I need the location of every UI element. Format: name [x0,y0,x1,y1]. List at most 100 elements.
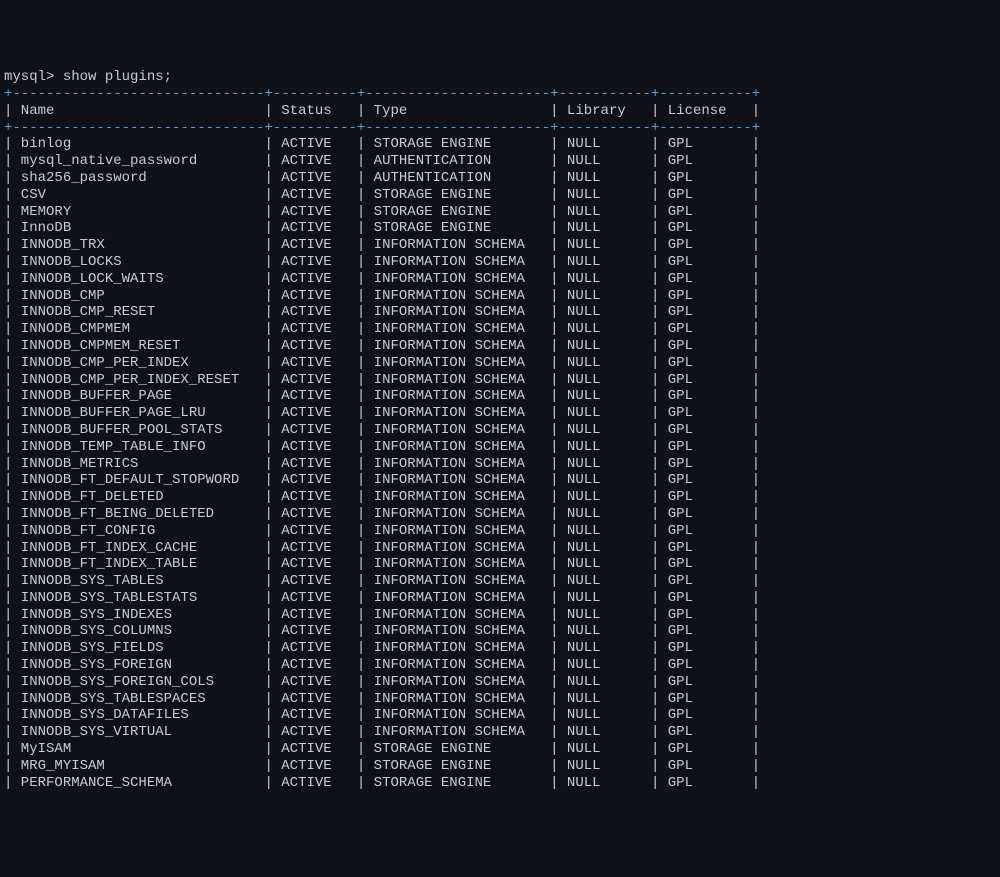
table-cell: NULL [559,674,651,690]
table-row: | INNODB_LOCK_WAITS | ACTIVE | INFORMATI… [4,271,996,288]
table-cell: INNODB_CMP_PER_INDEX [12,355,264,371]
table-cell: INFORMATION SCHEMA [365,321,550,337]
table-cell: INNODB_SYS_TABLESPACES [12,691,264,707]
table-row: | INNODB_SYS_FOREIGN | ACTIVE | INFORMAT… [4,657,996,674]
table-cell: ACTIVE [273,506,357,522]
table-cell: GPL [659,405,751,421]
table-cell: GPL [659,388,751,404]
table-cell: ACTIVE [273,472,357,488]
table-row: | INNODB_CMP_PER_INDEX | ACTIVE | INFORM… [4,355,996,372]
table-row: | binlog | ACTIVE | STORAGE ENGINE | NUL… [4,136,996,153]
table-cell: NULL [559,254,651,270]
table-cell: ACTIVE [273,220,357,236]
table-cell: INFORMATION SCHEMA [365,691,550,707]
table-cell: GPL [659,623,751,639]
table-cell: GPL [659,741,751,757]
prompt-line[interactable]: mysql> show plugins; [4,69,996,86]
table-cell: NULL [559,388,651,404]
table-cell: GPL [659,439,751,455]
table-cell: GPL [659,607,751,623]
table-cell: ACTIVE [273,489,357,505]
table-cell: ACTIVE [273,724,357,740]
table-cell: INNODB_FT_INDEX_TABLE [12,556,264,572]
table-cell: INNODB_SYS_COLUMNS [12,623,264,639]
table-cell: ACTIVE [273,422,357,438]
table-cell: GPL [659,204,751,220]
table-cell: INNODB_SYS_DATAFILES [12,707,264,723]
table-separator: +------------------------------+--------… [4,120,996,137]
table-cell: NULL [559,372,651,388]
table-cell: ACTIVE [273,758,357,774]
table-cell: ACTIVE [273,657,357,673]
shell-prompt: mysql> [4,69,54,85]
table-cell: INNODB_SYS_INDEXES [12,607,264,623]
table-cell: NULL [559,355,651,371]
table-cell: INNODB_SYS_FIELDS [12,640,264,656]
table-row: | INNODB_BUFFER_POOL_STATS | ACTIVE | IN… [4,422,996,439]
table-cell: GPL [659,220,751,236]
table-cell: INFORMATION SCHEMA [365,707,550,723]
table-row: | INNODB_SYS_VIRTUAL | ACTIVE | INFORMAT… [4,724,996,741]
table-cell: GPL [659,657,751,673]
table-cell: INFORMATION SCHEMA [365,607,550,623]
table-cell: INFORMATION SCHEMA [365,439,550,455]
table-cell: GPL [659,456,751,472]
table-cell: NULL [559,556,651,572]
table-cell: INFORMATION SCHEMA [365,623,550,639]
table-cell: STORAGE ENGINE [365,187,550,203]
table-cell: INFORMATION SCHEMA [365,573,550,589]
table-cell: INFORMATION SCHEMA [365,338,550,354]
table-cell: GPL [659,355,751,371]
table-cell: ACTIVE [273,237,357,253]
table-cell: GPL [659,136,751,152]
table-cell: STORAGE ENGINE [365,204,550,220]
table-cell: GPL [659,506,751,522]
table-cell: GPL [659,540,751,556]
table-cell: ACTIVE [273,607,357,623]
table-cell: GPL [659,338,751,354]
table-cell: INFORMATION SCHEMA [365,405,550,421]
table-row: | INNODB_CMPMEM | ACTIVE | INFORMATION S… [4,321,996,338]
table-cell: NULL [559,506,651,522]
table-cell: ACTIVE [273,271,357,287]
table-row: | INNODB_FT_DELETED | ACTIVE | INFORMATI… [4,489,996,506]
table-cell: NULL [559,724,651,740]
command-text: show plugins; [63,69,172,85]
table-cell: GPL [659,187,751,203]
table-cell: GPL [659,372,751,388]
table-row: | InnoDB | ACTIVE | STORAGE ENGINE | NUL… [4,220,996,237]
table-cell: NULL [559,523,651,539]
table-cell: INNODB_LOCK_WAITS [12,271,264,287]
table-row: | INNODB_TRX | ACTIVE | INFORMATION SCHE… [4,237,996,254]
table-cell: ACTIVE [273,691,357,707]
table-row: | mysql_native_password | ACTIVE | AUTHE… [4,153,996,170]
terminal-viewport[interactable]: mysql> show plugins; +-------------------… [4,69,996,791]
table-cell: NULL [559,741,651,757]
table-row: | INNODB_BUFFER_PAGE | ACTIVE | INFORMAT… [4,388,996,405]
table-row: | CSV | ACTIVE | STORAGE ENGINE | NULL |… [4,187,996,204]
table-cell: NULL [559,153,651,169]
table-cell: INNODB_CMP_RESET [12,304,264,320]
table-cell: INFORMATION SCHEMA [365,422,550,438]
table-cell: binlog [12,136,264,152]
table-row: | MRG_MYISAM | ACTIVE | STORAGE ENGINE |… [4,758,996,775]
table-cell: GPL [659,573,751,589]
table-cell: GPL [659,254,751,270]
table-row: | INNODB_METRICS | ACTIVE | INFORMATION … [4,456,996,473]
table-row: | INNODB_FT_DEFAULT_STOPWORD | ACTIVE | … [4,472,996,489]
table-row: | PERFORMANCE_SCHEMA | ACTIVE | STORAGE … [4,775,996,792]
table-cell: ACTIVE [273,741,357,757]
table-cell: NULL [559,456,651,472]
table-cell: GPL [659,590,751,606]
table-cell: NULL [559,657,651,673]
table-cell: NULL [559,590,651,606]
table-cell: STORAGE ENGINE [365,136,550,152]
table-row: | INNODB_BUFFER_PAGE_LRU | ACTIVE | INFO… [4,405,996,422]
table-cell: ACTIVE [273,707,357,723]
table-cell: NULL [559,707,651,723]
table-cell: NULL [559,288,651,304]
table-cell: INNODB_CMPMEM_RESET [12,338,264,354]
table-row: | INNODB_SYS_COLUMNS | ACTIVE | INFORMAT… [4,623,996,640]
table-cell: GPL [659,707,751,723]
table-cell: ACTIVE [273,439,357,455]
